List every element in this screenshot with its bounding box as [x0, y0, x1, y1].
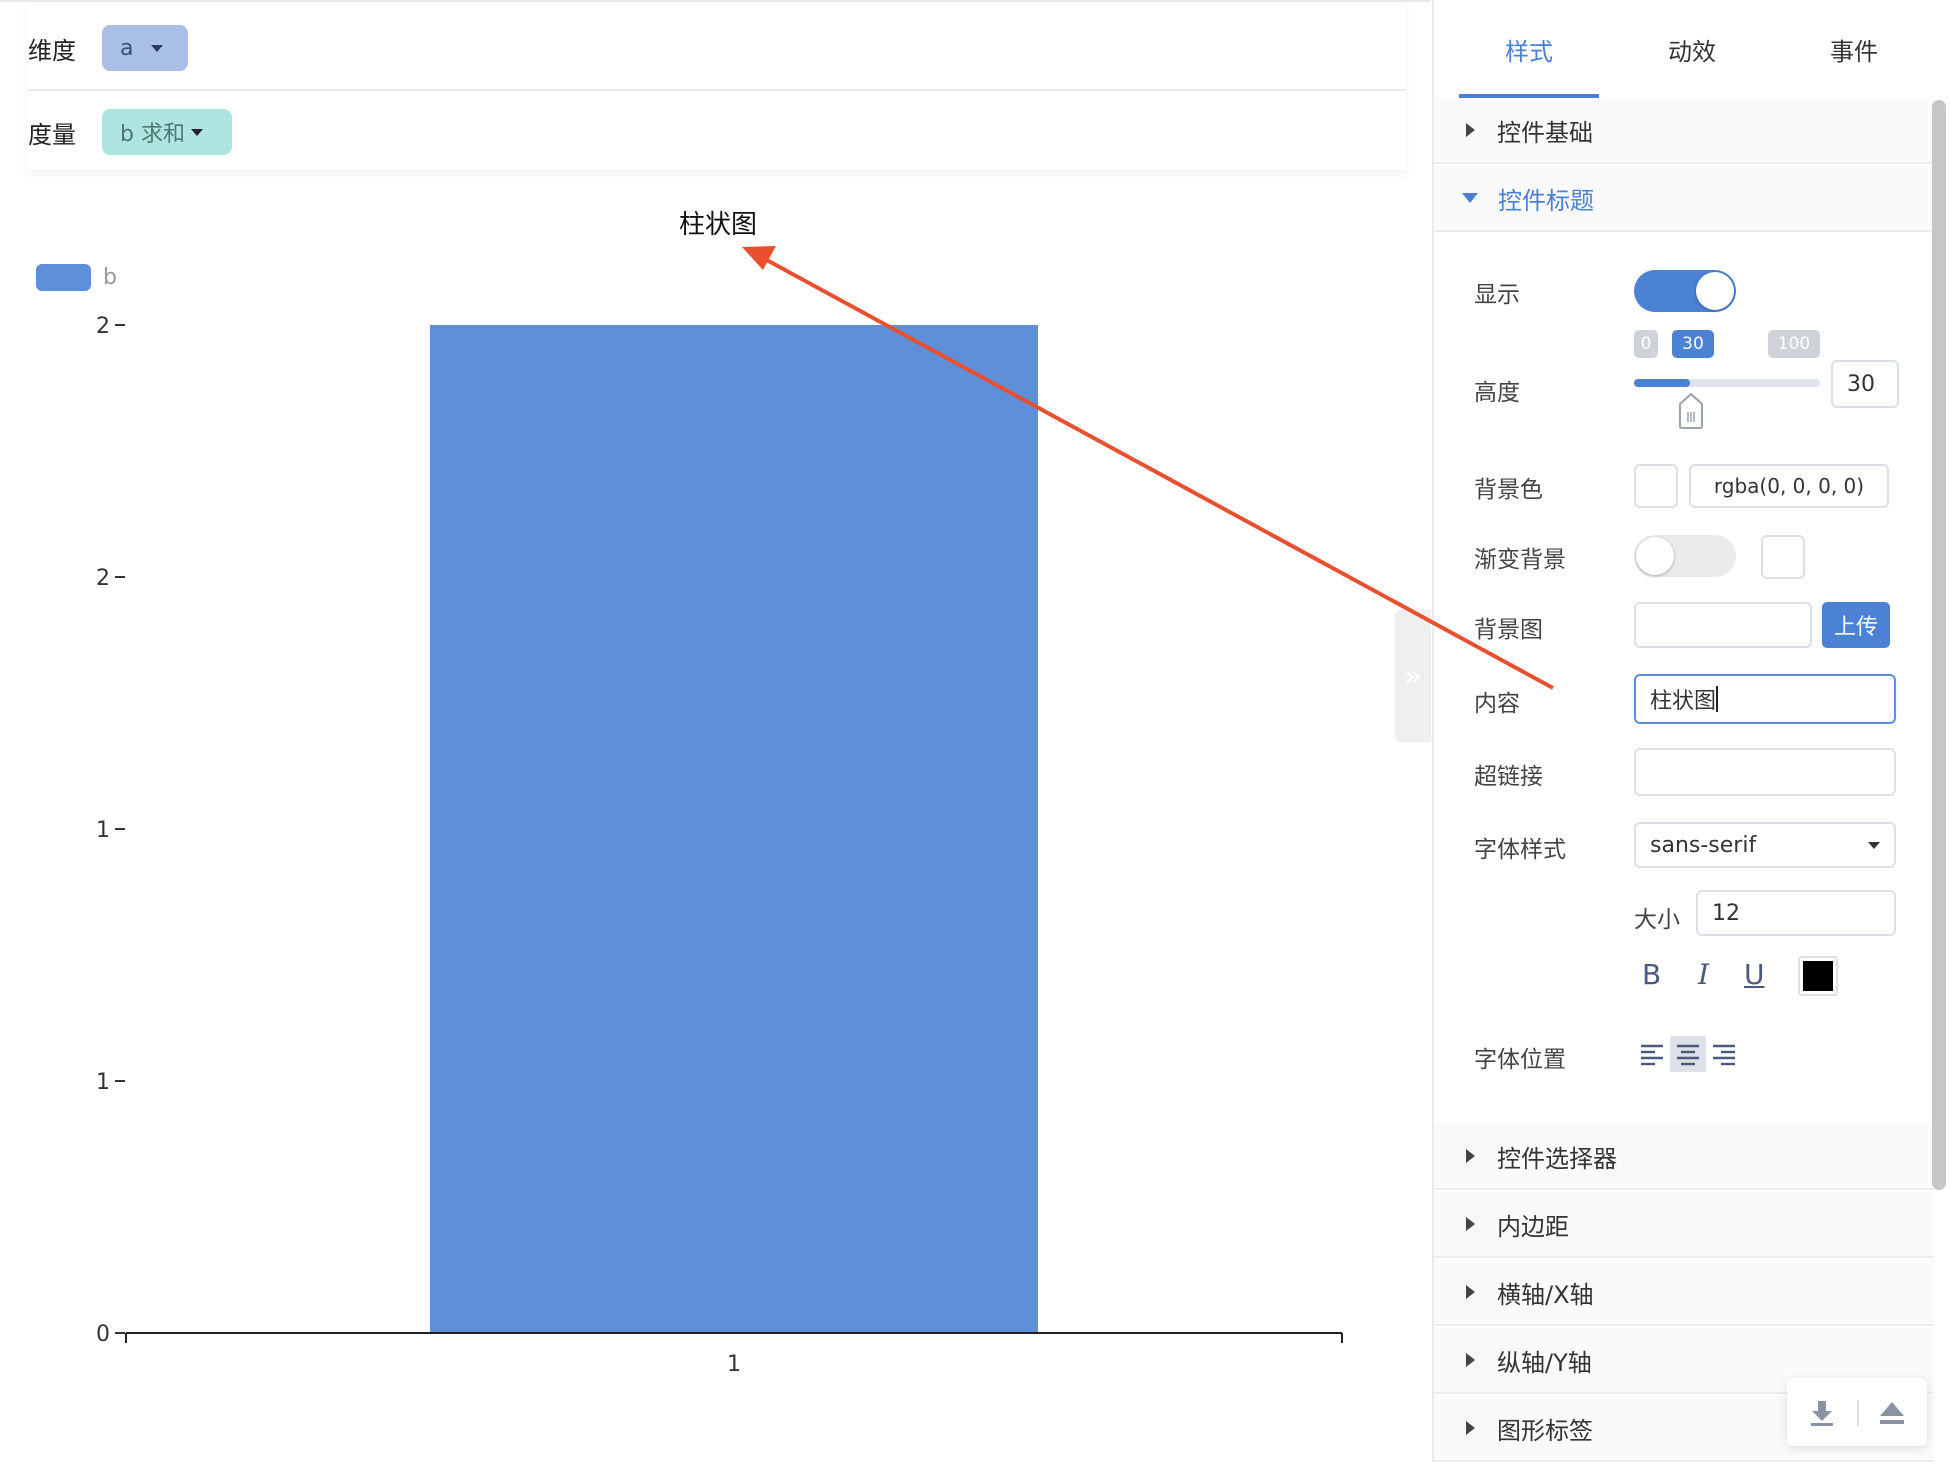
collapse-panel-handle[interactable]: »: [1395, 610, 1431, 742]
double-chevron-right-icon: »: [1403, 658, 1423, 694]
bg-color-input[interactable]: rgba(0, 0, 0, 0): [1689, 464, 1889, 508]
caret-right-icon: [1466, 1149, 1475, 1163]
show-label: 显示: [1474, 282, 1520, 308]
align-right-icon[interactable]: [1710, 1040, 1738, 1068]
floating-toolbar: [1787, 1378, 1927, 1446]
font-color-swatch: [1803, 961, 1833, 991]
font-style-label: 字体样式: [1474, 837, 1566, 863]
slider-max-badge: 100: [1768, 330, 1820, 358]
slider-current-badge: 30: [1672, 330, 1714, 358]
bar-chart: 0 1 1 2 2 1: [96, 314, 1343, 1377]
bg-image-input[interactable]: [1634, 602, 1812, 648]
text-caret: [1716, 686, 1719, 712]
y-tick-label: 0: [96, 1322, 110, 1347]
caret-right-icon: [1466, 1217, 1475, 1231]
section-yaxis-title: 纵轴/Y轴: [1497, 1348, 1592, 1377]
align-center-button[interactable]: [1670, 1036, 1706, 1072]
switch-knob: [1636, 537, 1674, 575]
y-tick-label: 1: [96, 818, 110, 843]
bg-color-label: 背景色: [1474, 477, 1543, 503]
underline-button[interactable]: U: [1744, 958, 1765, 991]
height-input[interactable]: 30: [1831, 360, 1899, 408]
font-color-picker[interactable]: [1798, 956, 1838, 996]
slider-min-badge: 0: [1634, 330, 1658, 358]
caret-down-icon: [1462, 193, 1478, 203]
font-size-input[interactable]: 12: [1696, 890, 1896, 936]
section-selector-title: 控件选择器: [1497, 1144, 1617, 1173]
x-tick-label: 1: [727, 1352, 741, 1377]
chart-workspace: 维度 a 度量 b 求和 柱状图 b 011221 »: [0, 0, 1431, 1462]
section-padding[interactable]: 内边距: [1434, 1192, 1934, 1258]
italic-button[interactable]: I: [1698, 958, 1709, 991]
bold-button[interactable]: B: [1642, 958, 1661, 991]
tab-events[interactable]: 事件: [1784, 32, 1924, 67]
caret-right-icon: [1466, 1285, 1475, 1299]
properties-panel: 样式 动效 事件 控件基础 控件标题 显示 0 30 100 高度 30 背景色…: [1432, 0, 1950, 1462]
show-switch[interactable]: [1634, 270, 1736, 312]
caret-right-icon: [1466, 1421, 1475, 1435]
y-tick-label: 2: [96, 314, 110, 339]
y-tick-label: 1: [96, 1070, 110, 1095]
section-xaxis-title: 横轴/X轴: [1497, 1280, 1594, 1309]
tab-style[interactable]: 样式: [1459, 32, 1599, 67]
section-basic-title: 控件基础: [1497, 118, 1593, 147]
font-size-label: 大小: [1634, 907, 1680, 933]
caret-right-icon: [1466, 123, 1475, 137]
upload-button[interactable]: 上传: [1822, 602, 1890, 648]
panel-scrollbar[interactable]: [1932, 100, 1946, 1190]
download-icon[interactable]: [1807, 1398, 1837, 1428]
switch-knob: [1696, 272, 1734, 310]
section-padding-title: 内边距: [1497, 1212, 1569, 1241]
tab-animation[interactable]: 动效: [1622, 32, 1762, 67]
slider-thumb[interactable]: [1677, 392, 1705, 430]
gradient-color-swatch[interactable]: [1761, 535, 1805, 579]
height-label: 高度: [1474, 380, 1520, 406]
panel-tabs: 样式 动效 事件: [1434, 0, 1934, 100]
section-title-title: 控件标题: [1498, 186, 1594, 215]
height-slider[interactable]: [1634, 379, 1820, 387]
section-selector[interactable]: 控件选择器: [1434, 1124, 1934, 1190]
content-input[interactable]: 柱状图: [1634, 674, 1896, 724]
link-label: 超链接: [1474, 764, 1543, 790]
section-basic[interactable]: 控件基础: [1434, 98, 1934, 164]
align-left-icon[interactable]: [1638, 1040, 1666, 1068]
slider-fill: [1634, 379, 1690, 387]
caret-right-icon: [1466, 1353, 1475, 1367]
bg-image-label: 背景图: [1474, 617, 1543, 643]
section-label-title: 图形标签: [1497, 1416, 1593, 1445]
eject-icon[interactable]: [1877, 1398, 1907, 1428]
align-center-icon: [1677, 1044, 1699, 1066]
link-input[interactable]: [1634, 748, 1896, 796]
toolbar-divider: [1857, 1400, 1859, 1426]
bar[interactable]: [430, 325, 1038, 1333]
font-family-value: sans-serif: [1650, 832, 1757, 858]
caret-down-icon: [1868, 841, 1880, 849]
bg-color-swatch[interactable]: [1634, 464, 1678, 508]
font-position-label: 字体位置: [1474, 1047, 1566, 1073]
section-title[interactable]: 控件标题: [1434, 166, 1934, 232]
gradient-label: 渐变背景: [1474, 547, 1566, 573]
section-xaxis[interactable]: 横轴/X轴: [1434, 1260, 1934, 1326]
y-tick-label: 2: [96, 566, 110, 591]
font-family-select[interactable]: sans-serif: [1634, 822, 1896, 868]
gradient-switch[interactable]: [1634, 535, 1736, 577]
content-label: 内容: [1474, 691, 1520, 717]
content-input-value: 柱状图: [1650, 689, 1717, 714]
